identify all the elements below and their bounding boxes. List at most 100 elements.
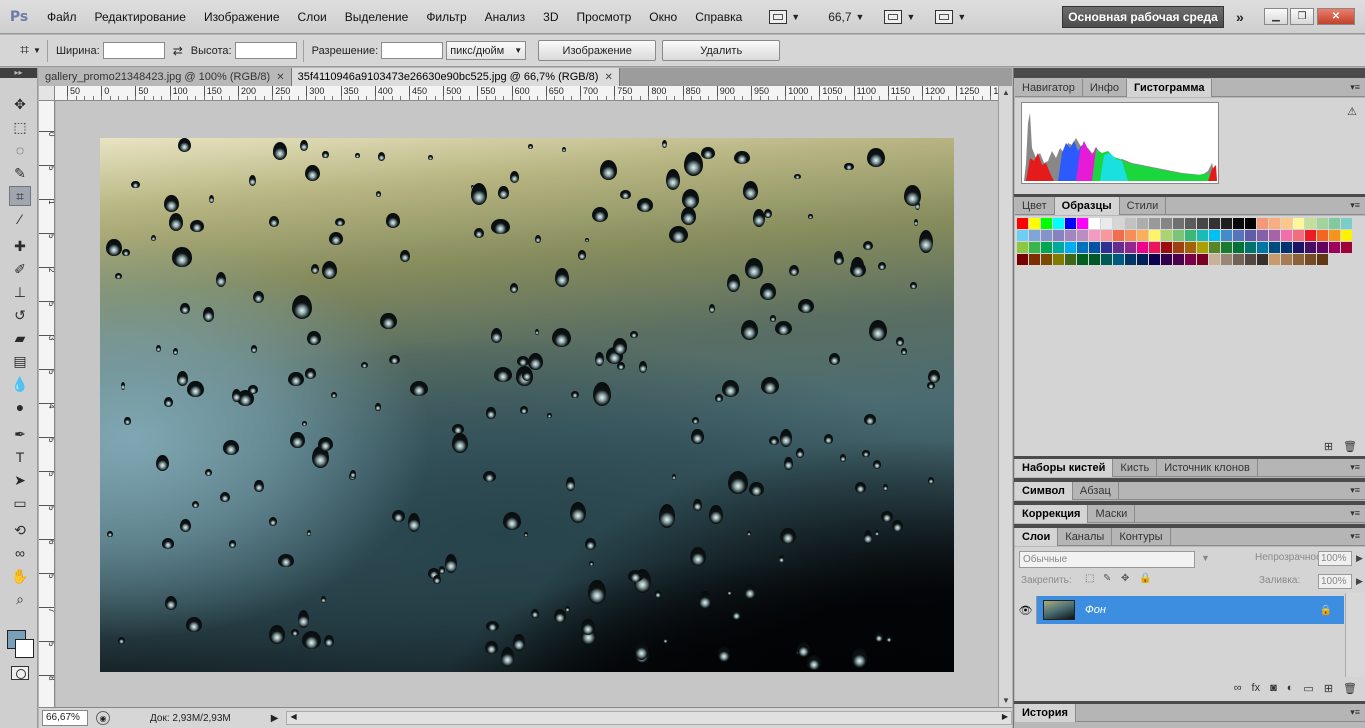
tab-channels[interactable]: Каналы — [1058, 528, 1113, 546]
color-swatch[interactable] — [1305, 242, 1316, 253]
zoom-field[interactable]: 66,67% — [42, 710, 88, 726]
tab-layers[interactable]: Слои — [1015, 528, 1059, 546]
color-swatch[interactable] — [1317, 242, 1328, 253]
document-tab-active[interactable]: 35f4110946a9103473e26630e90bc525.jpg @ 6… — [291, 68, 620, 86]
color-swatch[interactable] — [1173, 230, 1184, 241]
opacity-field[interactable]: 100% — [1318, 551, 1352, 566]
scroll-left-icon[interactable]: ◀ — [290, 712, 296, 721]
menu-select[interactable]: Выделение — [336, 10, 418, 24]
color-swatch[interactable] — [1221, 230, 1232, 241]
color-swatch[interactable] — [1197, 242, 1208, 253]
chevron-right-icon[interactable]: ▶ — [1356, 576, 1363, 587]
color-swatch[interactable] — [1341, 242, 1352, 253]
warning-icon[interactable]: ⚠ — [1347, 105, 1357, 118]
eyedropper-tool-icon[interactable]: ⁄ — [9, 209, 31, 229]
color-swatch[interactable] — [1137, 230, 1148, 241]
color-swatch[interactable] — [1149, 230, 1160, 241]
color-swatch[interactable] — [1113, 254, 1124, 265]
color-swatch[interactable] — [1173, 218, 1184, 229]
color-swatch[interactable] — [1029, 230, 1040, 241]
menu-analysis[interactable]: Анализ — [476, 10, 535, 24]
color-swatch[interactable] — [1233, 254, 1244, 265]
color-swatch[interactable] — [1113, 242, 1124, 253]
marquee-tool-icon[interactable]: ⬚ — [9, 117, 31, 137]
clear-button[interactable]: Удалить — [662, 40, 781, 61]
menu-window[interactable]: Окно — [640, 10, 686, 24]
eraser-tool-icon[interactable]: ▰ — [9, 328, 31, 348]
swap-icon[interactable]: ⇄ — [173, 44, 183, 58]
tab-info[interactable]: Инфо — [1083, 79, 1128, 97]
fx-icon[interactable]: fx — [1252, 682, 1261, 695]
color-swatch[interactable] — [1305, 218, 1316, 229]
color-swatch[interactable] — [1089, 218, 1100, 229]
close-button[interactable]: ✕ — [1317, 8, 1355, 25]
blend-mode-select[interactable]: Обычные — [1019, 551, 1195, 568]
chevron-right-icon[interactable]: ▶ — [1356, 553, 1363, 564]
color-swatch[interactable] — [1293, 254, 1304, 265]
tab-history[interactable]: История — [1015, 704, 1076, 722]
layers-scrollbar[interactable] — [1345, 593, 1365, 677]
color-swatch[interactable] — [1269, 218, 1280, 229]
workspace-switcher-button[interactable]: Основная рабочая среда — [1062, 6, 1224, 28]
color-swatch[interactable] — [1269, 254, 1280, 265]
color-swatch[interactable] — [1221, 218, 1232, 229]
new-group-icon[interactable]: ▭ — [1303, 682, 1313, 695]
quick-selection-tool-icon[interactable]: ✎ — [9, 163, 31, 183]
3d-rotate-tool-icon[interactable]: ⟲ — [9, 520, 31, 540]
blur-tool-icon[interactable]: 💧 — [9, 374, 31, 394]
brush-tool-icon[interactable]: ✐ — [9, 259, 31, 279]
menu-filter[interactable]: Фильтр — [417, 10, 475, 24]
tab-color[interactable]: Цвет — [1015, 197, 1055, 215]
color-swatch[interactable] — [1053, 242, 1064, 253]
color-swatch[interactable] — [1329, 242, 1340, 253]
panel-grip[interactable] — [1014, 68, 1365, 78]
scroll-right-icon[interactable]: ▶ — [1002, 712, 1008, 721]
color-swatch[interactable] — [1041, 230, 1052, 241]
color-swatch[interactable] — [1329, 230, 1340, 241]
panel-menu-icon[interactable]: ▾≡ — [1350, 79, 1365, 96]
color-swatch[interactable] — [1329, 218, 1340, 229]
color-swatch[interactable] — [1305, 254, 1316, 265]
document-image[interactable] — [100, 138, 954, 672]
color-swatch[interactable] — [1053, 218, 1064, 229]
tab-brush-presets[interactable]: Наборы кистей — [1015, 459, 1114, 477]
minimize-button[interactable]: ▁ — [1264, 8, 1288, 25]
color-swatch[interactable] — [1041, 242, 1052, 253]
color-swatch[interactable] — [1209, 242, 1220, 253]
color-swatch[interactable] — [1197, 230, 1208, 241]
color-swatch[interactable] — [1281, 254, 1292, 265]
tab-swatches[interactable]: Образцы — [1054, 197, 1120, 215]
zoom-tool-icon[interactable]: ⌕ — [9, 589, 31, 609]
eye-icon[interactable]: 👁 — [1015, 596, 1037, 624]
pen-tool-icon[interactable]: ✒ — [9, 424, 31, 444]
link-layers-icon[interactable]: ∞ — [1234, 682, 1242, 695]
height-input[interactable] — [234, 42, 297, 59]
color-swatch[interactable] — [1209, 254, 1220, 265]
color-swatch[interactable] — [1101, 254, 1112, 265]
tab-masks[interactable]: Маски — [1088, 505, 1136, 523]
panel-menu-icon[interactable]: ▾≡ — [1350, 459, 1365, 476]
color-swatch[interactable] — [1161, 242, 1172, 253]
color-swatch[interactable] — [1185, 230, 1196, 241]
color-swatch[interactable] — [1053, 230, 1064, 241]
gradient-tool-icon[interactable]: ▤ — [9, 351, 31, 371]
layer-row-background[interactable]: 👁 Фон 🔒 — [1015, 596, 1344, 624]
panel-menu-icon[interactable]: ▾≡ — [1350, 528, 1365, 545]
tab-paths[interactable]: Контуры — [1112, 528, 1171, 546]
menu-image[interactable]: Изображение — [195, 10, 289, 24]
color-swatch[interactable] — [1341, 218, 1352, 229]
color-swatch[interactable] — [1221, 242, 1232, 253]
chevron-down-icon[interactable]: ▼ — [33, 46, 41, 55]
color-swatch[interactable] — [1317, 254, 1328, 265]
color-swatch[interactable] — [1065, 218, 1076, 229]
color-swatch[interactable] — [1065, 254, 1076, 265]
horizontal-scrollbar[interactable]: ◀ ▶ — [286, 711, 1012, 725]
color-swatch[interactable] — [1305, 230, 1316, 241]
color-swatch[interactable] — [1149, 254, 1160, 265]
menu-3d[interactable]: 3D — [534, 10, 567, 24]
ruler-origin[interactable] — [39, 86, 55, 101]
color-swatch[interactable] — [1101, 242, 1112, 253]
type-tool-icon[interactable]: T — [9, 447, 31, 467]
tab-styles[interactable]: Стили — [1120, 197, 1167, 215]
new-swatch-icon[interactable]: ⊞ — [1324, 440, 1333, 453]
